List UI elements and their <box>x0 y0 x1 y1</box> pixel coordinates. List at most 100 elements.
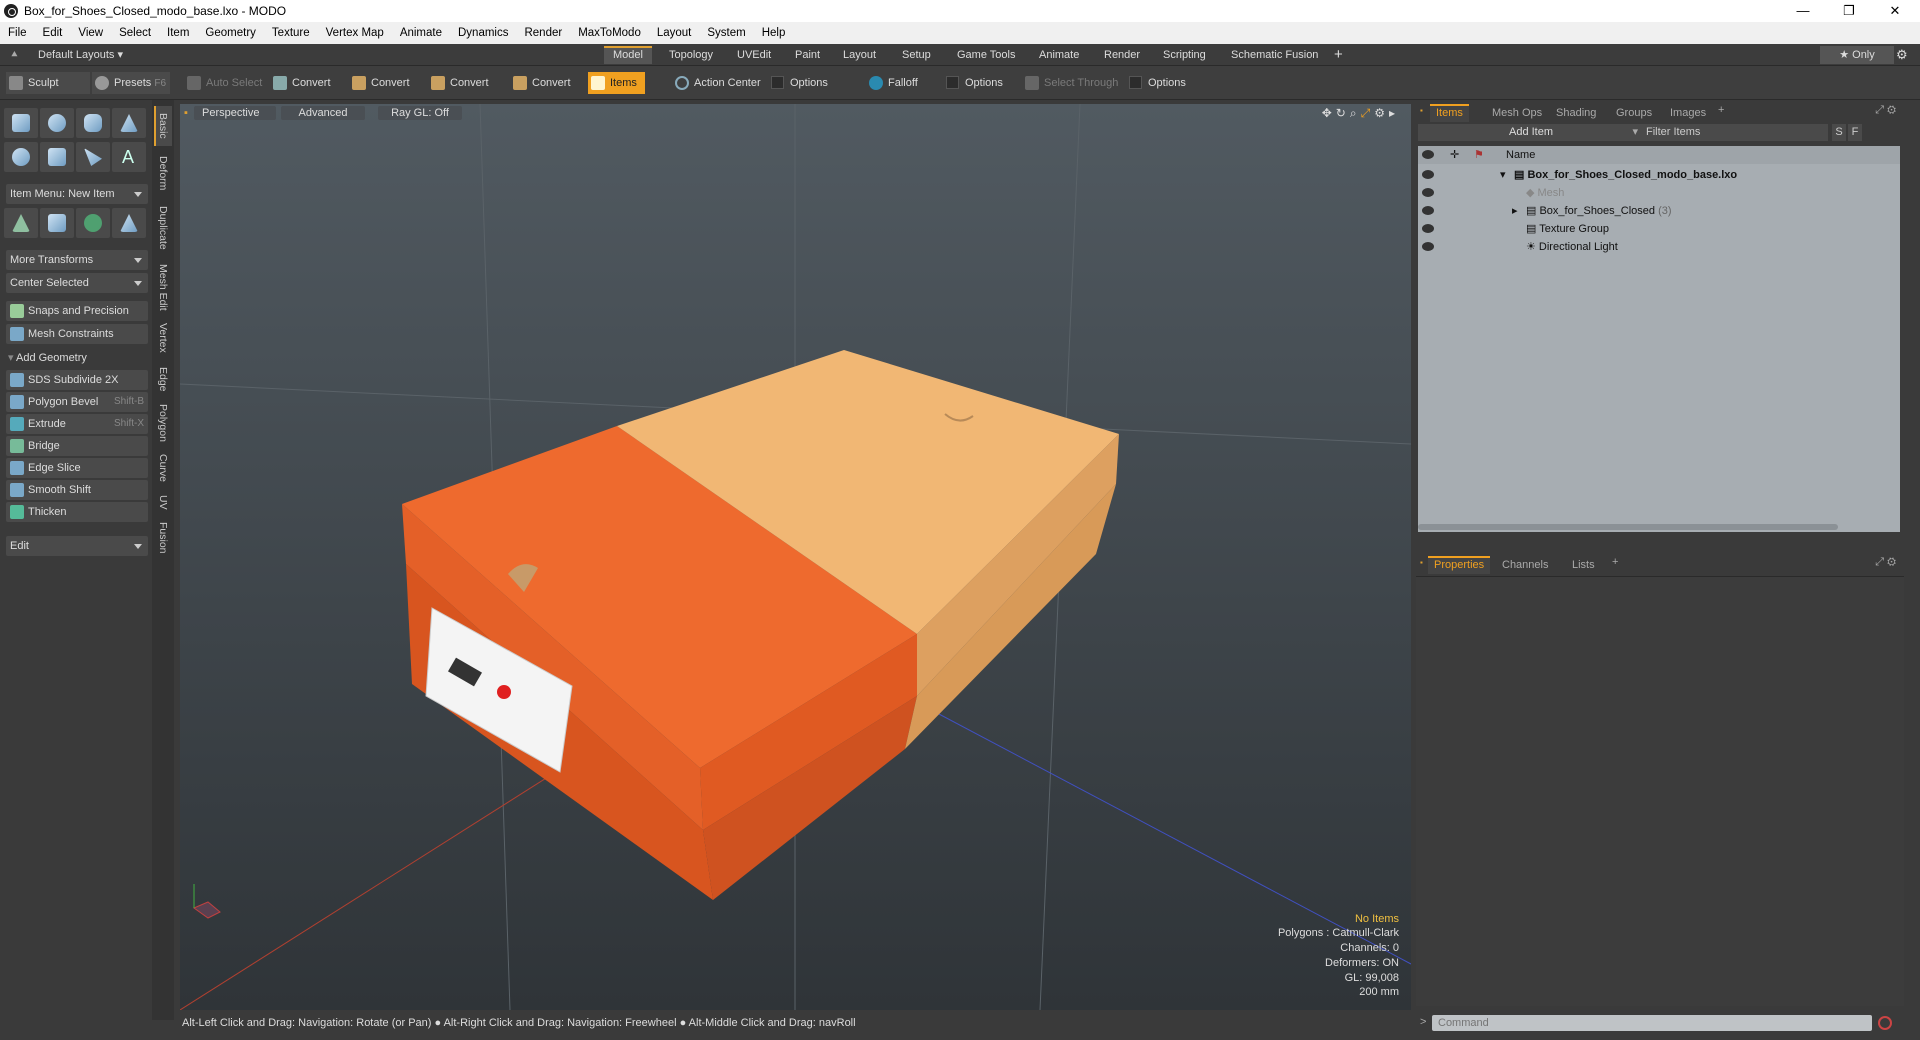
options-checkbox[interactable] <box>946 76 959 89</box>
grid-tool-icon[interactable] <box>40 208 74 238</box>
tab-topology[interactable]: Topology <box>660 46 722 64</box>
convert-polygons-button[interactable]: Convert <box>428 72 489 94</box>
horizontal-scrollbar[interactable] <box>1418 524 1838 530</box>
vtab-polygon[interactable]: Polygon <box>154 400 172 446</box>
more-transforms-dropdown[interactable]: More Transforms <box>6 250 148 270</box>
smooth-shift-button[interactable]: Smooth Shift <box>6 480 148 500</box>
add-geometry-header[interactable]: ▾ Add Geometry <box>8 351 87 364</box>
edit-dropdown[interactable]: Edit <box>6 536 148 556</box>
cylinder-primitive-icon[interactable] <box>76 108 110 138</box>
tab-properties[interactable]: Properties <box>1428 556 1491 574</box>
tab-shading[interactable]: Shading <box>1550 104 1602 122</box>
action-center-options[interactable]: Options <box>768 72 828 94</box>
tab-items[interactable]: Items <box>1430 104 1469 122</box>
vtab-vertex[interactable]: Vertex <box>154 318 172 358</box>
select-through-options[interactable]: Options <box>1126 72 1186 94</box>
rotate-icon[interactable]: ↻ <box>1336 106 1350 120</box>
cone-primitive-icon[interactable] <box>112 108 146 138</box>
panel-menu-icon[interactable]: ▪ <box>1420 558 1423 567</box>
pan-icon[interactable]: ✥ <box>1322 106 1336 120</box>
eye-icon[interactable] <box>1422 206 1434 215</box>
add-layout-tab-button[interactable]: + <box>1334 46 1343 63</box>
options-checkbox[interactable] <box>1129 76 1142 89</box>
thicken-button[interactable]: Thicken <box>6 502 148 522</box>
vtab-curve[interactable]: Curve <box>154 450 172 486</box>
zoom-icon[interactable]: ⌕ <box>1350 106 1361 120</box>
menu-system[interactable]: System <box>699 27 753 39</box>
tab-animate[interactable]: Animate <box>1030 46 1088 64</box>
tab-mesh-ops[interactable]: Mesh Ops <box>1486 104 1548 122</box>
add-item-dropdown[interactable]: Add Item ▾ <box>1418 124 1644 141</box>
move-tool-icon[interactable] <box>4 208 38 238</box>
tab-schematic-fusion[interactable]: Schematic Fusion <box>1222 46 1327 64</box>
extrude-button[interactable]: Extrude Shift-X <box>6 414 148 434</box>
list-item[interactable]: ☀ Directional Light <box>1418 238 1900 256</box>
menu-geometry[interactable]: Geometry <box>197 27 264 39</box>
tab-uvedit[interactable]: UVEdit <box>728 46 780 64</box>
list-item[interactable]: ▤ Texture Group <box>1418 220 1900 238</box>
options-checkbox[interactable] <box>771 76 784 89</box>
vtab-uv[interactable]: UV <box>154 490 172 514</box>
list-item[interactable]: ◆ Mesh <box>1418 184 1900 202</box>
3d-viewport[interactable]: ▪ Perspective Advanced Ray GL: Off ✥↻⌕⤢⚙… <box>180 104 1411 1010</box>
sphere-primitive-icon[interactable] <box>40 108 74 138</box>
menu-dynamics[interactable]: Dynamics <box>450 27 516 39</box>
menu-select[interactable]: Select <box>111 27 159 39</box>
vtab-mesh-edit[interactable]: Mesh Edit <box>154 260 172 314</box>
tab-images[interactable]: Images <box>1664 104 1712 122</box>
pyramid-tool-icon[interactable] <box>112 208 146 238</box>
perspective-view-dropdown[interactable]: Perspective <box>194 106 276 120</box>
action-center-button[interactable]: Action Center <box>672 72 761 94</box>
record-icon[interactable] <box>1878 1016 1892 1030</box>
panel-expand-settings-icon[interactable]: ⤢ ⚙ <box>1875 104 1896 117</box>
list-item[interactable]: ▾ ▤ Box_for_Shoes_Closed_modo_base.lxo <box>1418 166 1900 184</box>
viewport-menu-icon[interactable]: ▪ <box>184 106 188 120</box>
gear-icon[interactable]: ⚙ <box>1896 47 1908 63</box>
command-input[interactable] <box>1432 1015 1872 1031</box>
menu-texture[interactable]: Texture <box>264 27 318 39</box>
menu-vertex-map[interactable]: Vertex Map <box>318 27 392 39</box>
tab-model[interactable]: Model <box>604 46 652 64</box>
filter-f-button[interactable]: F <box>1848 124 1862 141</box>
capsule-primitive-icon[interactable] <box>40 142 74 172</box>
expand-arrow-icon[interactable]: ▸ <box>1512 202 1518 220</box>
layout-collapse-icon[interactable]: ⯅ <box>10 49 19 62</box>
advanced-shading-dropdown[interactable]: Advanced <box>281 106 365 120</box>
menu-maxtomodo[interactable]: MaxToModo <box>570 27 649 39</box>
polygon-bevel-button[interactable]: Polygon Bevel Shift-B <box>6 392 148 412</box>
minimize-button[interactable]: — <box>1780 0 1826 22</box>
convert-edges-button[interactable]: Convert <box>349 72 410 94</box>
only-toggle[interactable]: ★ Only <box>1820 46 1894 64</box>
vtab-basic[interactable]: Basic <box>154 106 172 146</box>
falloff-options[interactable]: Options <box>943 72 1003 94</box>
sculpt-button[interactable]: Sculpt <box>6 72 90 94</box>
select-through-button[interactable]: Select Through <box>1022 72 1118 94</box>
panel-expand-settings-icon[interactable]: ⤢ ⚙ <box>1875 556 1896 569</box>
add-panel-tab-button[interactable]: + <box>1612 556 1618 568</box>
filter-items-input[interactable]: Filter Items <box>1642 124 1828 141</box>
panel-menu-icon[interactable]: ▪ <box>1420 106 1423 115</box>
menu-file[interactable]: File <box>0 27 35 39</box>
menu-layout[interactable]: Layout <box>649 27 700 39</box>
tab-setup[interactable]: Setup <box>893 46 940 64</box>
eye-icon[interactable] <box>1422 188 1434 197</box>
viewport-settings-icon[interactable]: ⚙ <box>1374 106 1389 120</box>
list-item[interactable]: ▸ ▤ Box_for_Shoes_Closed (3) <box>1418 202 1900 220</box>
falloff-button[interactable]: Falloff <box>866 72 918 94</box>
vtab-edge[interactable]: Edge <box>154 362 172 396</box>
auto-select-button[interactable]: Auto Select <box>184 72 262 94</box>
maximize-button[interactable]: ❐ <box>1826 0 1872 22</box>
tab-paint[interactable]: Paint <box>786 46 829 64</box>
presets-button[interactable]: Presets F6 <box>92 72 170 94</box>
ray-gl-toggle[interactable]: Ray GL: Off <box>378 106 462 120</box>
menu-animate[interactable]: Animate <box>392 27 450 39</box>
eye-icon[interactable] <box>1422 170 1434 179</box>
tab-lists[interactable]: Lists <box>1566 556 1601 574</box>
edge-slice-button[interactable]: Edge Slice <box>6 458 148 478</box>
sds-subdivide-button[interactable]: SDS Subdivide 2X <box>6 370 148 390</box>
menu-view[interactable]: View <box>70 27 111 39</box>
snaps-and-precision-button[interactable]: Snaps and Precision <box>6 301 148 321</box>
item-menu-dropdown[interactable]: Item Menu: New Item <box>6 184 148 204</box>
menu-item[interactable]: Item <box>159 27 197 39</box>
tab-channels[interactable]: Channels <box>1496 556 1554 574</box>
